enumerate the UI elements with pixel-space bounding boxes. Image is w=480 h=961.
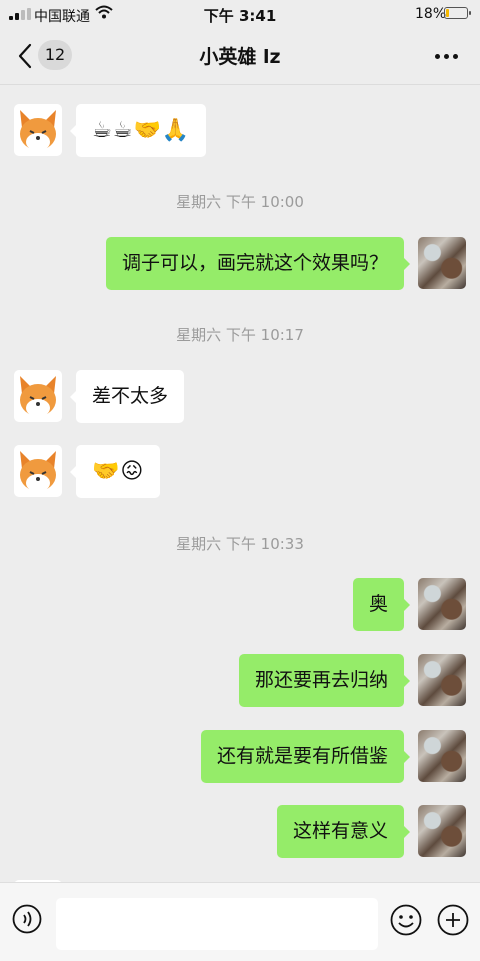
fox-icon <box>20 110 56 151</box>
plus-icon[interactable] <box>437 904 469 936</box>
battery-percent: 18% <box>415 6 447 22</box>
self-avatar[interactable] <box>418 654 466 706</box>
status-bar: 中国联通 下午 3:41 18% <box>0 0 480 28</box>
contact-avatar[interactable] <box>14 445 62 497</box>
message-timestamp: 星期六 下午 10:33 <box>176 535 304 553</box>
message-bubble-sent[interactable]: 还有就是要有所借鉴 <box>200 730 411 783</box>
self-avatar[interactable] <box>418 730 466 782</box>
status-time: 下午 3:41 <box>203 7 277 25</box>
message-timestamp: 星期六 下午 10:00 <box>176 193 304 211</box>
message-list[interactable]: ☕☕🤝🙏 星期六 下午 10:00 调子可以，画完就这个效果吗？ 星期六 下午 … <box>0 85 480 882</box>
message-bubble-sent[interactable]: 那还要再去归纳 <box>238 654 411 707</box>
message-timestamp: 星期六 下午 10:17 <box>176 326 304 344</box>
battery-icon <box>444 7 471 19</box>
chat-title: 小英雄 lz <box>199 46 281 68</box>
message-bubble-received[interactable]: 差不太多 <box>69 370 185 423</box>
message-bubble-sent[interactable]: 调子可以，画完就这个效果吗？ <box>105 237 411 290</box>
message-bubble-sent[interactable]: 奥 <box>352 578 411 631</box>
message-bubble-sent[interactable]: 这样有意义 <box>276 805 411 858</box>
self-avatar[interactable] <box>418 578 466 630</box>
self-avatar[interactable] <box>418 805 466 857</box>
message-bubble-received[interactable]: ☕☕🤝🙏 <box>69 104 207 157</box>
contact-avatar[interactable] <box>14 104 62 156</box>
fox-icon <box>20 451 56 492</box>
voice-icon[interactable] <box>12 904 42 934</box>
contact-avatar[interactable] <box>14 370 62 422</box>
chat-header: 12 小英雄 lz <box>0 28 480 85</box>
self-avatar[interactable] <box>418 237 466 289</box>
more-dots-icon[interactable] <box>432 42 462 70</box>
message-bubble-received[interactable]: 🤝😖 <box>69 445 161 498</box>
smile-icon[interactable] <box>390 904 422 936</box>
input-bar <box>0 882 480 961</box>
fox-icon <box>20 376 56 417</box>
message-input[interactable] <box>56 898 378 950</box>
